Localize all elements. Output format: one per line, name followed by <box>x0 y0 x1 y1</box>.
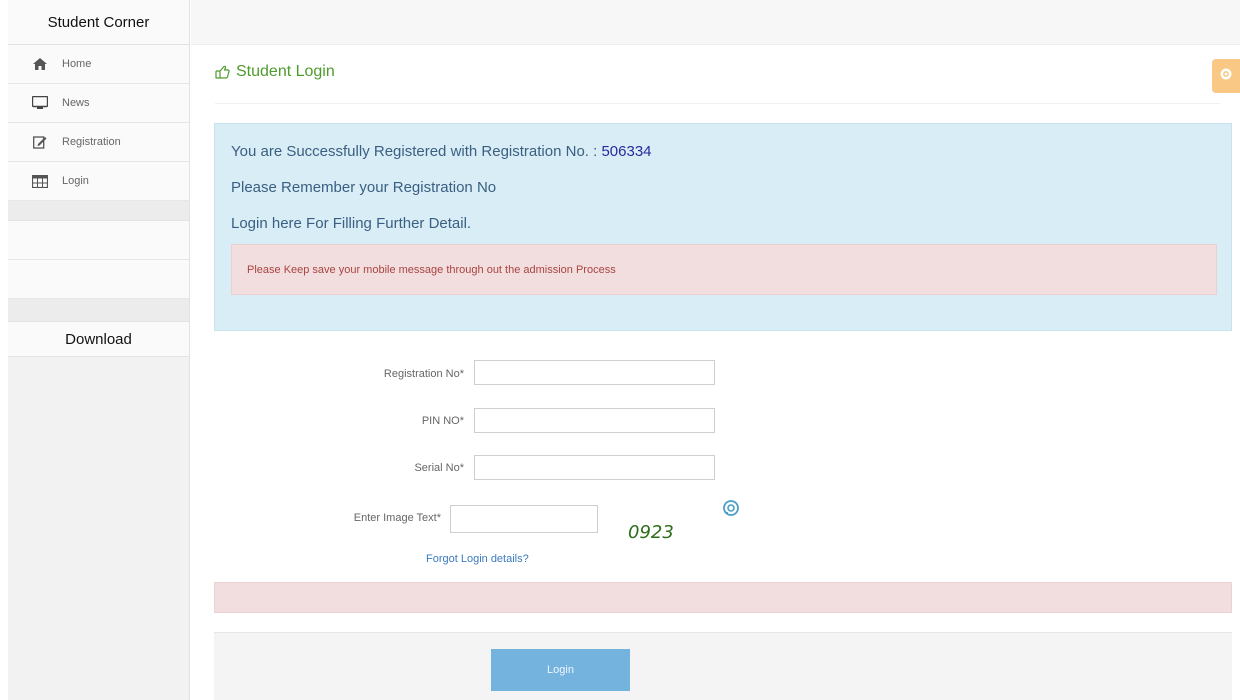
captcha-input[interactable] <box>450 505 598 533</box>
sidebar-item-login[interactable]: Login <box>8 162 189 201</box>
image-text-label: Enter Image Text* <box>353 512 441 524</box>
forgot-login-link[interactable]: Forgot Login details? <box>426 553 529 565</box>
top-bar <box>191 0 1240 45</box>
sidebar-item-news[interactable]: News <box>8 84 189 123</box>
sidebar-separator <box>8 201 189 221</box>
serial-no-input[interactable] <box>474 455 715 480</box>
hand-point-icon <box>215 65 230 79</box>
sidebar-download[interactable]: Download <box>8 321 189 357</box>
sidebar-item-label: Login <box>62 175 89 187</box>
error-message-bar <box>214 582 1232 613</box>
captcha-image: 0923 <box>628 522 674 543</box>
sidebar-item-label: News <box>62 97 90 109</box>
mobile-message-warning: Please Keep save your mobile message thr… <box>231 244 1217 295</box>
pin-no-input[interactable] <box>474 408 715 433</box>
registration-no-input[interactable] <box>474 360 715 385</box>
monitor-icon <box>32 96 48 110</box>
registration-success-text: You are Successfully Registered with Reg… <box>231 143 602 160</box>
settings-tab[interactable] <box>1212 59 1240 93</box>
sidebar-blank-row <box>8 260 189 299</box>
form-actions: Login <box>214 632 1232 700</box>
refresh-icon <box>722 499 740 522</box>
sidebar-item-label: Registration <box>62 136 121 148</box>
sidebar-item-label: Home <box>62 58 92 70</box>
registration-success-alert: You are Successfully Registered with Reg… <box>214 123 1232 331</box>
pin-no-label: PIN NO* <box>421 415 464 427</box>
gear-icon <box>1219 67 1233 86</box>
sidebar-item-home[interactable]: Home <box>8 45 189 84</box>
sidebar-blank-row <box>8 221 189 260</box>
registration-no-label: Registration No* <box>383 368 464 380</box>
page-title: Student Login <box>215 63 335 81</box>
edit-icon <box>32 135 48 149</box>
heading-divider <box>215 103 1220 104</box>
sidebar-separator <box>8 299 189 321</box>
registration-success-message: You are Successfully Registered with Reg… <box>231 143 652 160</box>
sidebar: Student Corner Home News Registration Lo… <box>8 0 190 700</box>
serial-no-label: Serial No* <box>414 462 464 474</box>
remember-message: Please Remember your Registration No <box>231 179 497 196</box>
sidebar-item-registration[interactable]: Registration <box>8 123 189 162</box>
refresh-captcha-button[interactable] <box>722 499 740 522</box>
page-title-text: Student Login <box>236 63 335 80</box>
calendar-icon <box>32 174 48 188</box>
login-button[interactable]: Login <box>491 649 630 691</box>
login-instruction: Login here For Filling Further Detail. <box>231 215 472 232</box>
registration-number: 506334 <box>601 143 652 160</box>
sidebar-title: Student Corner <box>8 0 189 45</box>
home-icon <box>32 57 48 71</box>
